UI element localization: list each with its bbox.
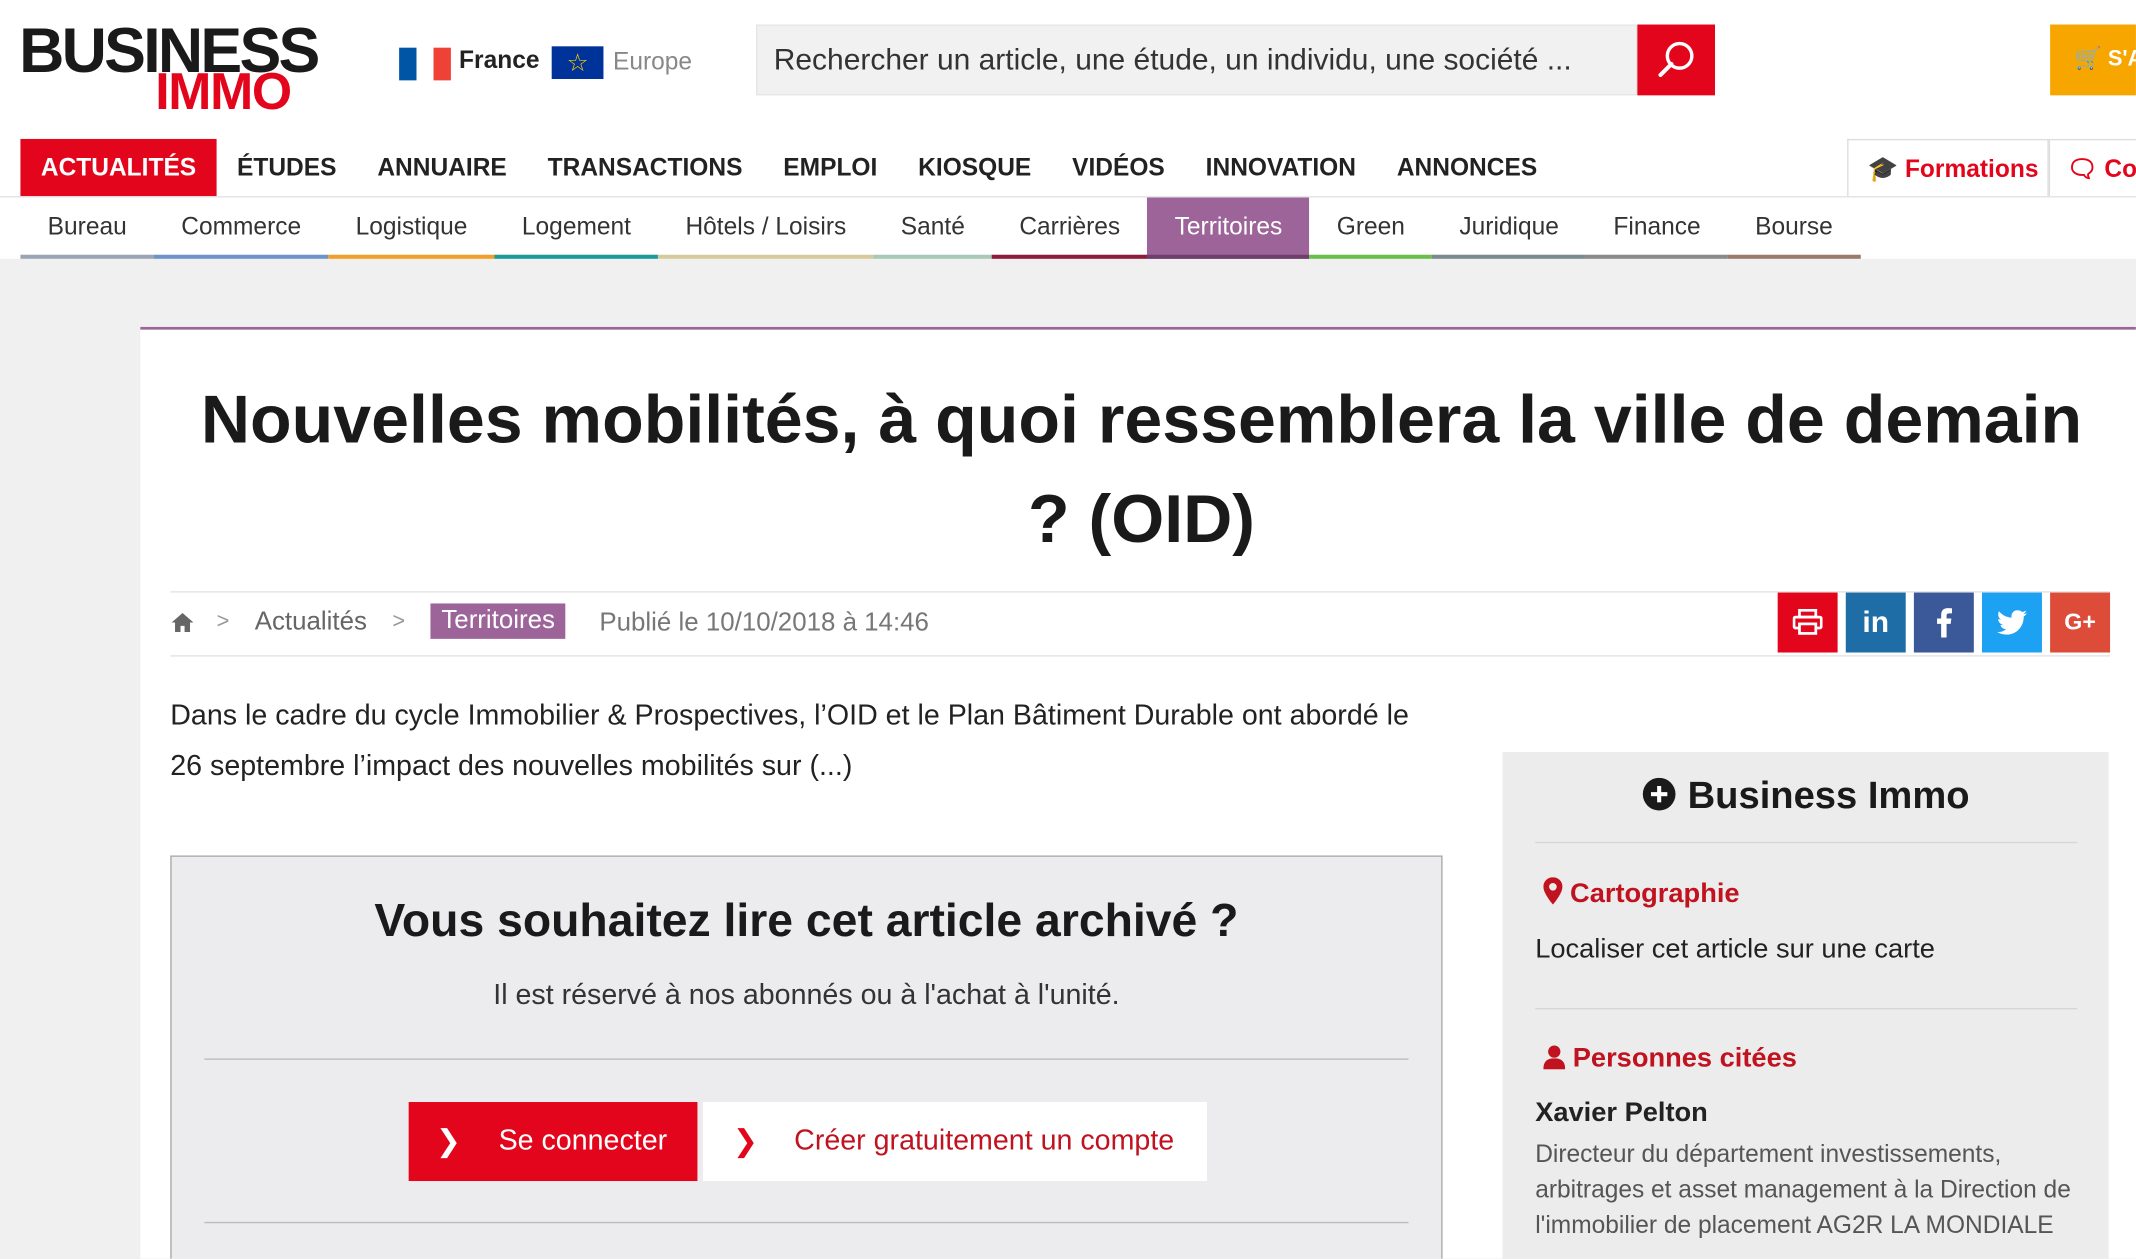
nav-item-emploi[interactable]: EMPLOI — [763, 139, 898, 196]
search-button[interactable] — [1637, 24, 1716, 96]
breadcrumb-separator: > — [216, 610, 230, 634]
subnav-item-logistique[interactable]: Logistique — [328, 198, 495, 259]
sidebar-title: Business Immo — [1503, 774, 2109, 818]
subnav-item-carrieres[interactable]: Carrières — [992, 198, 1148, 259]
personnes-citees-heading: Personnes citées — [1543, 1043, 1797, 1074]
business-immo-logo[interactable]: BUSINESS IMMO — [19, 14, 321, 120]
edition-europe-link[interactable]: Europe — [613, 48, 692, 77]
paywall-title: Vous souhaitez lire cet article archivé … — [374, 894, 1239, 947]
contact-link[interactable]: 🗨 Cor — [2048, 138, 2136, 197]
article-lead: Dans le cadre du cycle Immobilier & Pros… — [170, 700, 1409, 782]
subnav-item-commerce[interactable]: Commerce — [153, 198, 329, 259]
chevron-right-icon: ❯ — [732, 1123, 758, 1158]
subnav-item-territoires[interactable]: Territoires — [1147, 197, 1310, 259]
twitter-share-button[interactable] — [1982, 592, 2042, 653]
login-button[interactable]: ❯ Se connecter — [408, 1102, 698, 1182]
article-container: Nouvelles mobilités, à quoi ressemblera … — [140, 326, 2136, 1259]
paywall-box: Vous souhaitez lire cet article archivé … — [170, 855, 1443, 1259]
sidebar-divider — [1535, 1008, 2078, 1010]
personnes-citees-label: Personnes citées — [1572, 1043, 1797, 1074]
user-icon — [1543, 1045, 1566, 1070]
formations-link[interactable]: 🎓 Formations — [1847, 138, 2049, 197]
print-icon — [1792, 608, 1823, 635]
breadcrumb-territoires[interactable]: Territoires — [430, 603, 566, 639]
search-icon — [1657, 41, 1693, 77]
sidebar-title-text: Business Immo — [1687, 773, 1970, 816]
subnav-item-bourse[interactable]: Bourse — [1727, 198, 1861, 259]
create-account-button[interactable]: ❯ Créer gratuitement un compte — [702, 1102, 1207, 1182]
nav-item-transactions[interactable]: TRANSACTIONS — [527, 139, 763, 196]
nav-item-kiosque[interactable]: KIOSQUE — [898, 139, 1052, 196]
nav-item-videos[interactable]: VIDÉOS — [1052, 139, 1186, 196]
home-icon[interactable] — [170, 610, 195, 635]
breadcrumb-actualites[interactable]: Actualités — [255, 608, 367, 638]
paywall-subtitle: Il est réservé à nos abonnés ou à l'acha… — [493, 979, 1120, 1011]
login-label: Se connecter — [498, 1125, 668, 1157]
google-plus-icon: G+ — [2064, 608, 2096, 635]
breadcrumb-separator: > — [392, 610, 406, 634]
subnav-item-juridique[interactable]: Juridique — [1432, 198, 1587, 259]
france-flag-icon[interactable] — [399, 47, 451, 81]
graduation-cap-icon: 🎓 — [1867, 155, 1899, 183]
paywall-divider — [204, 1058, 1409, 1060]
chat-bubble-icon: 🗨 — [2066, 155, 2098, 183]
linkedin-share-button[interactable]: in — [1845, 592, 1906, 653]
nav-item-annuaire[interactable]: ANNUAIRE — [357, 139, 527, 196]
create-account-label: Créer gratuitement un compte — [794, 1125, 1175, 1157]
linkedin-icon: in — [1862, 604, 1890, 639]
subnav-item-hotels-loisirs[interactable]: Hôtels / Loisirs — [658, 198, 874, 259]
nav-item-innovation[interactable]: INNOVATION — [1185, 139, 1376, 196]
print-button[interactable] — [1777, 592, 1838, 653]
logo-word-immo: IMMO — [155, 64, 292, 122]
facebook-share-button[interactable] — [1913, 592, 1974, 653]
facebook-icon — [1937, 608, 1953, 638]
publication-date: Publié le 10/10/2018 à 14:46 — [599, 608, 929, 638]
article-title: Nouvelles mobilités, à quoi ressemblera … — [200, 381, 2083, 558]
map-marker-icon — [1543, 877, 1563, 905]
subscribe-button[interactable]: 🛒 S'A — [2050, 24, 2136, 96]
plus-circle-icon — [1642, 777, 1676, 811]
main-nav: ACTUALITÉS ÉTUDES ANNUAIRE TRANSACTIONS … — [0, 138, 1558, 197]
europe-flag-icon[interactable]: ☆ — [551, 46, 604, 80]
cited-person-name[interactable]: Xavier Pelton — [1535, 1098, 1708, 1129]
article-meta-bar: > Actualités > Territoires Publié le 10/… — [170, 591, 2111, 657]
nav-item-actualites[interactable]: ACTUALITÉS — [20, 138, 217, 197]
cartographie-link[interactable]: Localiser cet article sur une carte — [1535, 934, 1935, 965]
contact-label: Cor — [2104, 155, 2136, 183]
subnav-item-bureau[interactable]: Bureau — [20, 198, 154, 259]
formations-label: Formations — [1904, 155, 2039, 183]
subnav-item-finance[interactable]: Finance — [1586, 198, 1728, 259]
subnav-item-sante[interactable]: Santé — [873, 198, 993, 259]
subnav-item-green[interactable]: Green — [1309, 198, 1433, 259]
cart-icon: 🛒 — [2074, 47, 2102, 71]
subnav-item-logement[interactable]: Logement — [494, 198, 659, 259]
cartographie-label: Cartographie — [1570, 878, 1740, 909]
nav-item-etudes[interactable]: ÉTUDES — [217, 139, 357, 196]
cartographie-heading[interactable]: Cartographie — [1543, 877, 1740, 910]
nav-item-annonces[interactable]: ANNONCES — [1376, 139, 1557, 196]
edition-france-link[interactable]: France — [459, 46, 539, 75]
site-header: BUSINESS IMMO France ☆ Europe 🛒 S'A ACTU… — [0, 0, 2136, 259]
subscribe-label: S'A — [2107, 47, 2136, 71]
cited-person-role: Directeur du département investissements… — [1535, 1140, 2071, 1239]
google-plus-share-button[interactable]: G+ — [2050, 592, 2111, 653]
sidebar-business-immo: Business Immo Cartographie Localiser cet… — [1502, 751, 2109, 1259]
sidebar-divider — [1535, 841, 2078, 844]
twitter-icon — [1996, 610, 2027, 635]
chevron-right-icon: ❯ — [435, 1123, 462, 1158]
search-input[interactable] — [756, 24, 1638, 96]
paywall-divider — [204, 1221, 1409, 1224]
sub-nav: Bureau Commerce Logistique Logement Hôte… — [20, 197, 1861, 259]
